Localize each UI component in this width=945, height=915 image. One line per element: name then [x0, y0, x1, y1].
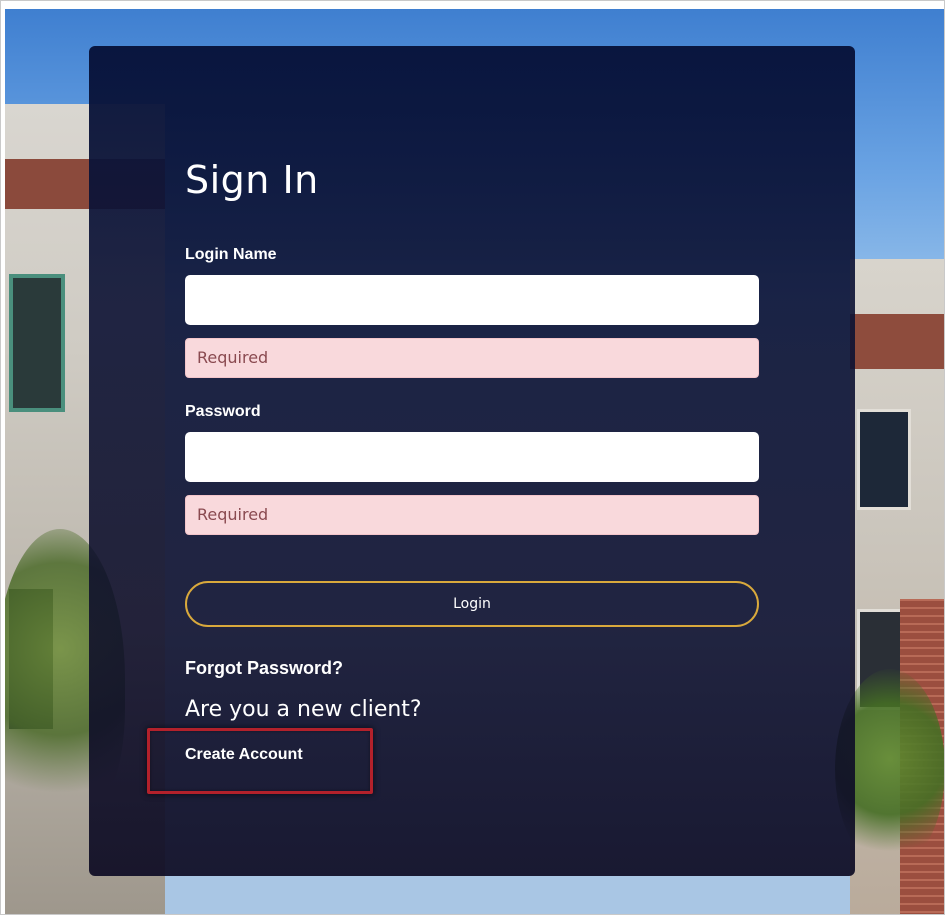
password-input[interactable]: [185, 432, 759, 482]
password-required-message: Required: [185, 495, 759, 535]
login-button[interactable]: Login: [185, 581, 759, 627]
login-name-label: Login Name: [185, 246, 277, 263]
create-account-link[interactable]: Create Account: [185, 746, 303, 764]
new-client-prompt: Are you a new client?: [185, 697, 422, 722]
building-left-window: [9, 274, 65, 412]
page-title: Sign In: [185, 158, 319, 202]
screenshot-frame: Sign In Login Name Required Password Req…: [0, 0, 945, 915]
login-name-input[interactable]: [185, 275, 759, 325]
building-right-window: [857, 409, 911, 510]
password-label: Password: [185, 403, 261, 420]
login-panel: Sign In Login Name Required Password Req…: [89, 46, 855, 876]
login-name-required-message: Required: [185, 338, 759, 378]
forgot-password-link[interactable]: Forgot Password?: [185, 658, 343, 679]
building-right-brick-band: [850, 314, 944, 369]
